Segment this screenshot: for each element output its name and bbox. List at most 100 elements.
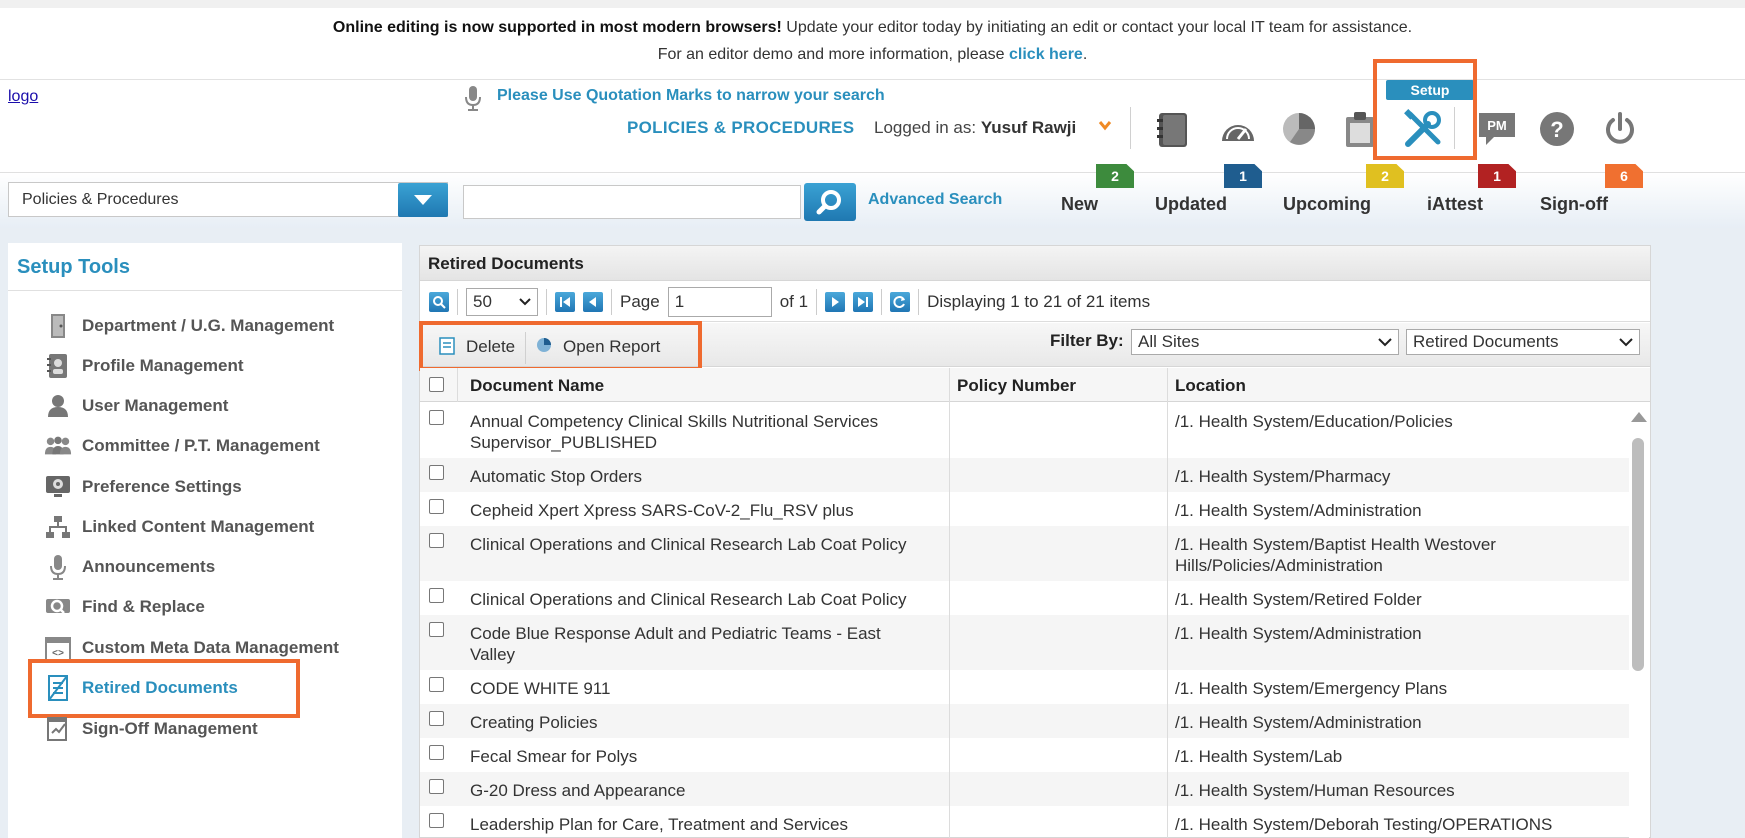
- column-location[interactable]: Location: [1175, 376, 1246, 396]
- table-row[interactable]: Fecal Smear for Polys /1. Health System/…: [420, 738, 1630, 772]
- document-name[interactable]: Fecal Smear for Polys: [470, 746, 637, 767]
- user-name: Yusuf Rawji: [980, 118, 1077, 137]
- binder-icon[interactable]: [1151, 106, 1197, 152]
- dashboard-icon[interactable]: [1215, 106, 1261, 152]
- group-icon: [44, 432, 72, 460]
- location: /1. Health System/Pharmacy: [1175, 467, 1391, 486]
- sidebar-item-user-management[interactable]: User Management: [44, 390, 228, 422]
- sidebar-item-profile-management[interactable]: Profile Management: [44, 350, 244, 382]
- pm-chat-icon[interactable]: PM: [1474, 106, 1520, 152]
- row-checkbox[interactable]: [429, 588, 444, 603]
- next-page-icon[interactable]: [825, 291, 846, 312]
- logo[interactable]: logo: [8, 88, 38, 106]
- page-number-input[interactable]: 1: [667, 286, 772, 317]
- search-grid-icon[interactable]: [429, 291, 449, 312]
- row-checkbox[interactable]: [429, 622, 444, 637]
- new-link[interactable]: New: [1061, 194, 1098, 215]
- document-name[interactable]: Clinical Operations and Clinical Researc…: [470, 589, 907, 610]
- sidebar-item-announcements[interactable]: Announcements: [44, 551, 215, 583]
- location: /1. Health System/Administration: [1175, 501, 1422, 520]
- type-filter-select[interactable]: Retired Documents: [1406, 329, 1640, 355]
- pie-chart-icon[interactable]: [1276, 106, 1322, 152]
- table-row[interactable]: Annual Competency Clinical Skills Nutrit…: [420, 403, 1630, 458]
- scrollbar-thumb[interactable]: [1632, 438, 1644, 671]
- document-name[interactable]: Annual Competency Clinical Skills Nutrit…: [470, 411, 910, 453]
- site-filter-select[interactable]: All Sites: [1131, 329, 1399, 355]
- help-icon[interactable]: ?: [1534, 106, 1580, 152]
- document-name[interactable]: Cepheid Xpert Xpress SARS-CoV-2_Flu_RSV …: [470, 500, 854, 521]
- page-count-label: of 1: [779, 291, 809, 311]
- table-row[interactable]: CODE WHITE 911 /1. Health System/Emergen…: [420, 670, 1630, 704]
- sign-off-link[interactable]: Sign-off: [1540, 194, 1608, 215]
- logged-in-info: Logged in as: Yusuf Rawji: [874, 118, 1077, 137]
- sidebar-item-sign-off-management[interactable]: Sign-Off Management: [44, 713, 258, 745]
- pagination-bar: 50 Page 1 of 1 Displaying 1 to 21 of 21 …: [420, 282, 1650, 322]
- refresh-icon[interactable]: [890, 291, 911, 312]
- sidebar-item-committee-management[interactable]: Committee / P.T. Management: [44, 430, 320, 462]
- row-checkbox[interactable]: [429, 813, 444, 828]
- banner-line-1: Online editing is now supported in most …: [332, 19, 1413, 36]
- user-menu-chevron-icon[interactable]: [1098, 118, 1112, 137]
- row-checkbox[interactable]: [429, 533, 444, 548]
- document-name[interactable]: Automatic Stop Orders: [470, 466, 642, 487]
- divider: [611, 288, 612, 315]
- row-checkbox[interactable]: [429, 779, 444, 794]
- sidebar-item-find-replace[interactable]: Find & Replace: [44, 591, 205, 623]
- column-document-name[interactable]: Document Name: [470, 376, 604, 396]
- sidebar-item-preference-settings[interactable]: Preference Settings: [44, 471, 242, 503]
- code-window-icon: <>: [44, 634, 72, 662]
- column-policy-number[interactable]: Policy Number: [957, 376, 1076, 396]
- iattest-link[interactable]: iAttest: [1427, 194, 1483, 215]
- svg-text:PM: PM: [1487, 118, 1507, 133]
- previous-page-icon[interactable]: [583, 291, 603, 312]
- row-checkbox[interactable]: [429, 410, 444, 425]
- sidebar-item-linked-content-management[interactable]: Linked Content Management: [44, 511, 314, 543]
- scope-select[interactable]: Policies & Procedures: [8, 182, 448, 217]
- search-button[interactable]: [804, 183, 856, 221]
- last-page-icon[interactable]: [853, 291, 874, 312]
- column-divider: [1167, 368, 1168, 838]
- table-row[interactable]: Cepheid Xpert Xpress SARS-CoV-2_Flu_RSV …: [420, 492, 1630, 526]
- grid-header: Document Name Policy Number Location: [420, 368, 1650, 402]
- location: /1. Health System/Human Resources: [1175, 781, 1455, 800]
- power-icon[interactable]: [1597, 106, 1643, 152]
- document-name[interactable]: G-20 Dress and Appearance: [470, 780, 685, 801]
- row-checkbox[interactable]: [429, 677, 444, 692]
- scroll-up-icon[interactable]: [1631, 412, 1647, 422]
- row-checkbox[interactable]: [429, 711, 444, 726]
- row-checkbox[interactable]: [429, 465, 444, 480]
- search-input[interactable]: [463, 185, 801, 219]
- table-row[interactable]: Creating Policies /1. Health System/Admi…: [420, 704, 1630, 738]
- scope-dropdown-button[interactable]: [398, 183, 448, 217]
- panel-title: Retired Documents: [420, 246, 1650, 281]
- upcoming-link[interactable]: Upcoming: [1283, 194, 1371, 215]
- click-here-link[interactable]: click here: [1009, 46, 1083, 63]
- column-divider: [457, 368, 458, 402]
- iattest-count-badge: 1: [1478, 164, 1516, 188]
- document-name[interactable]: Leadership Plan for Care, Treatment and …: [470, 814, 848, 835]
- search-tip: Please Use Quotation Marks to narrow you…: [497, 87, 885, 104]
- row-checkbox[interactable]: [429, 745, 444, 760]
- first-page-icon[interactable]: [555, 291, 575, 312]
- row-checkbox[interactable]: [429, 499, 444, 514]
- module-title[interactable]: POLICIES & PROCEDURES: [627, 118, 854, 138]
- table-row[interactable]: Clinical Operations and Clinical Researc…: [420, 581, 1630, 615]
- page-size-select[interactable]: 50: [466, 287, 538, 316]
- table-row[interactable]: Automatic Stop Orders /1. Health System/…: [420, 458, 1630, 492]
- advanced-search-link[interactable]: Advanced Search: [868, 191, 1002, 209]
- voice-search-icon[interactable]: [462, 84, 484, 117]
- document-name[interactable]: CODE WHITE 911: [470, 678, 610, 699]
- table-row[interactable]: Code Blue Response Adult and Pediatric T…: [420, 615, 1630, 670]
- updated-link[interactable]: Updated: [1155, 194, 1227, 215]
- sidebar-item-department-management[interactable]: Department / U.G. Management: [44, 310, 334, 342]
- table-row[interactable]: G-20 Dress and Appearance /1. Health Sys…: [420, 772, 1630, 806]
- banner-line-2: For an editor demo and more information,…: [657, 46, 1088, 63]
- table-row[interactable]: Clinical Operations and Clinical Researc…: [420, 526, 1630, 581]
- user-icon: [44, 392, 72, 420]
- document-name[interactable]: Code Blue Response Adult and Pediatric T…: [470, 623, 930, 665]
- table-row[interactable]: Leadership Plan for Care, Treatment and …: [420, 806, 1630, 838]
- select-all-checkbox[interactable]: [429, 377, 444, 392]
- divider: [546, 288, 547, 315]
- document-name[interactable]: Clinical Operations and Clinical Researc…: [470, 534, 940, 555]
- document-name[interactable]: Creating Policies: [470, 712, 598, 733]
